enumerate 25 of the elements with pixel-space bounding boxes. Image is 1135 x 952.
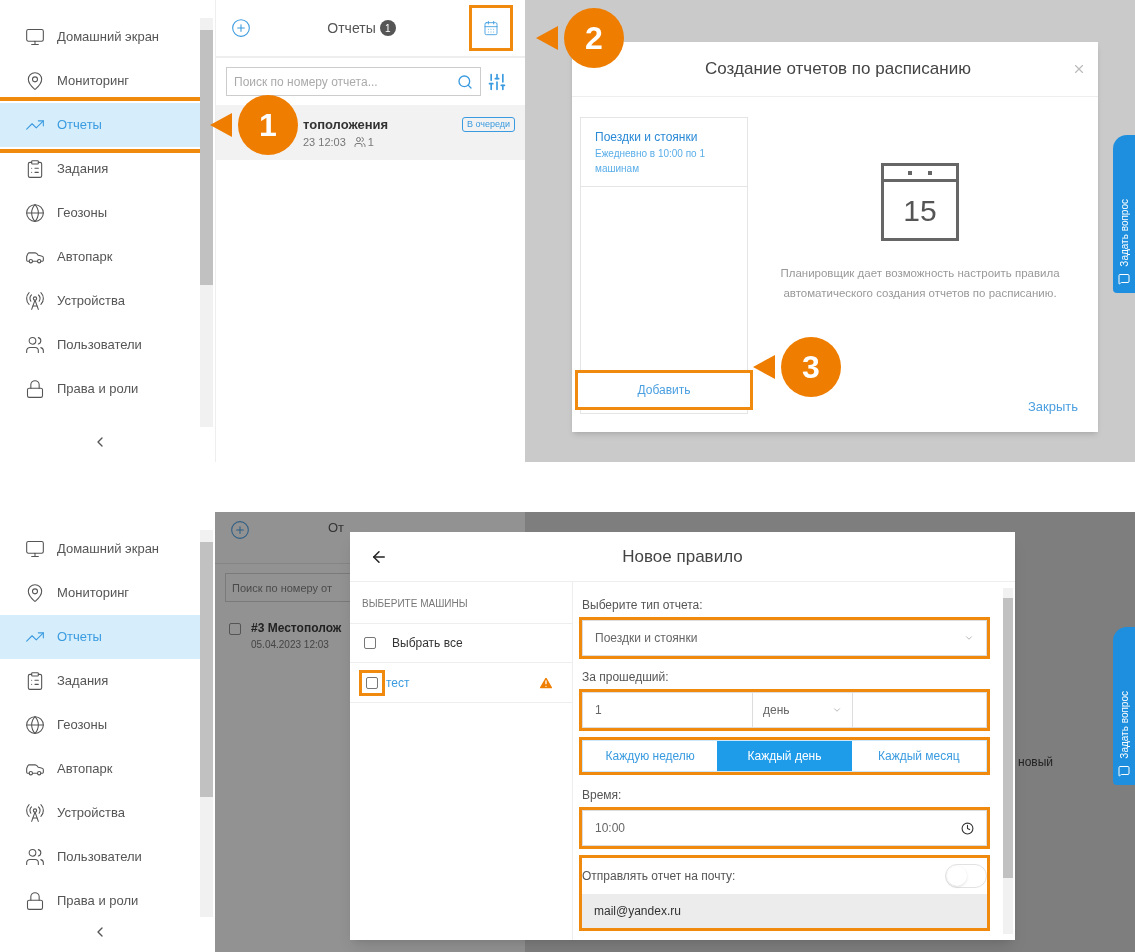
rule-name: Поездки и стоянки [595, 129, 699, 146]
description-text: Планировщик дает возможность настроить правила автоматического создания отчетов по расписанию. [779, 266, 1061, 301]
report-title: тоположения [303, 115, 389, 134]
panel-title: От [328, 520, 345, 536]
report-date: 23 12:03 [303, 135, 346, 150]
status-text: новый [1018, 755, 1053, 769]
car-name: тест [386, 674, 410, 692]
section-heading: ВЫБЕРИТЕ МАШИНЫ [361, 597, 469, 611]
callout-tooltip: 3 [753, 337, 841, 397]
dialog-title: Создание отчетов по расписанию [704, 58, 972, 81]
panel-title: Отчеты [327, 18, 376, 38]
field-label: Время: [582, 787, 623, 804]
field-label: Отправлять отчет на почту: [582, 868, 736, 885]
count-badge: 1 [379, 20, 396, 36]
callout-tooltip: 2 [536, 8, 624, 68]
field-label: Выберите тип отчета: [582, 597, 704, 614]
calendar-day: 15 [884, 182, 956, 238]
car-count: 1 [367, 135, 374, 150]
callout-tooltip: 1 [210, 95, 298, 155]
report-date: 05.04.2023 12:03 [251, 638, 330, 652]
report-title: #3 Местополож [251, 620, 342, 637]
dialog-title: Новое правило [621, 545, 744, 568]
rule-schedule: Ежедневно в 10:00 по 1 машинам [595, 147, 706, 176]
field-label: За прошедший: [582, 669, 670, 686]
status-badge: В очереди [461, 116, 515, 132]
